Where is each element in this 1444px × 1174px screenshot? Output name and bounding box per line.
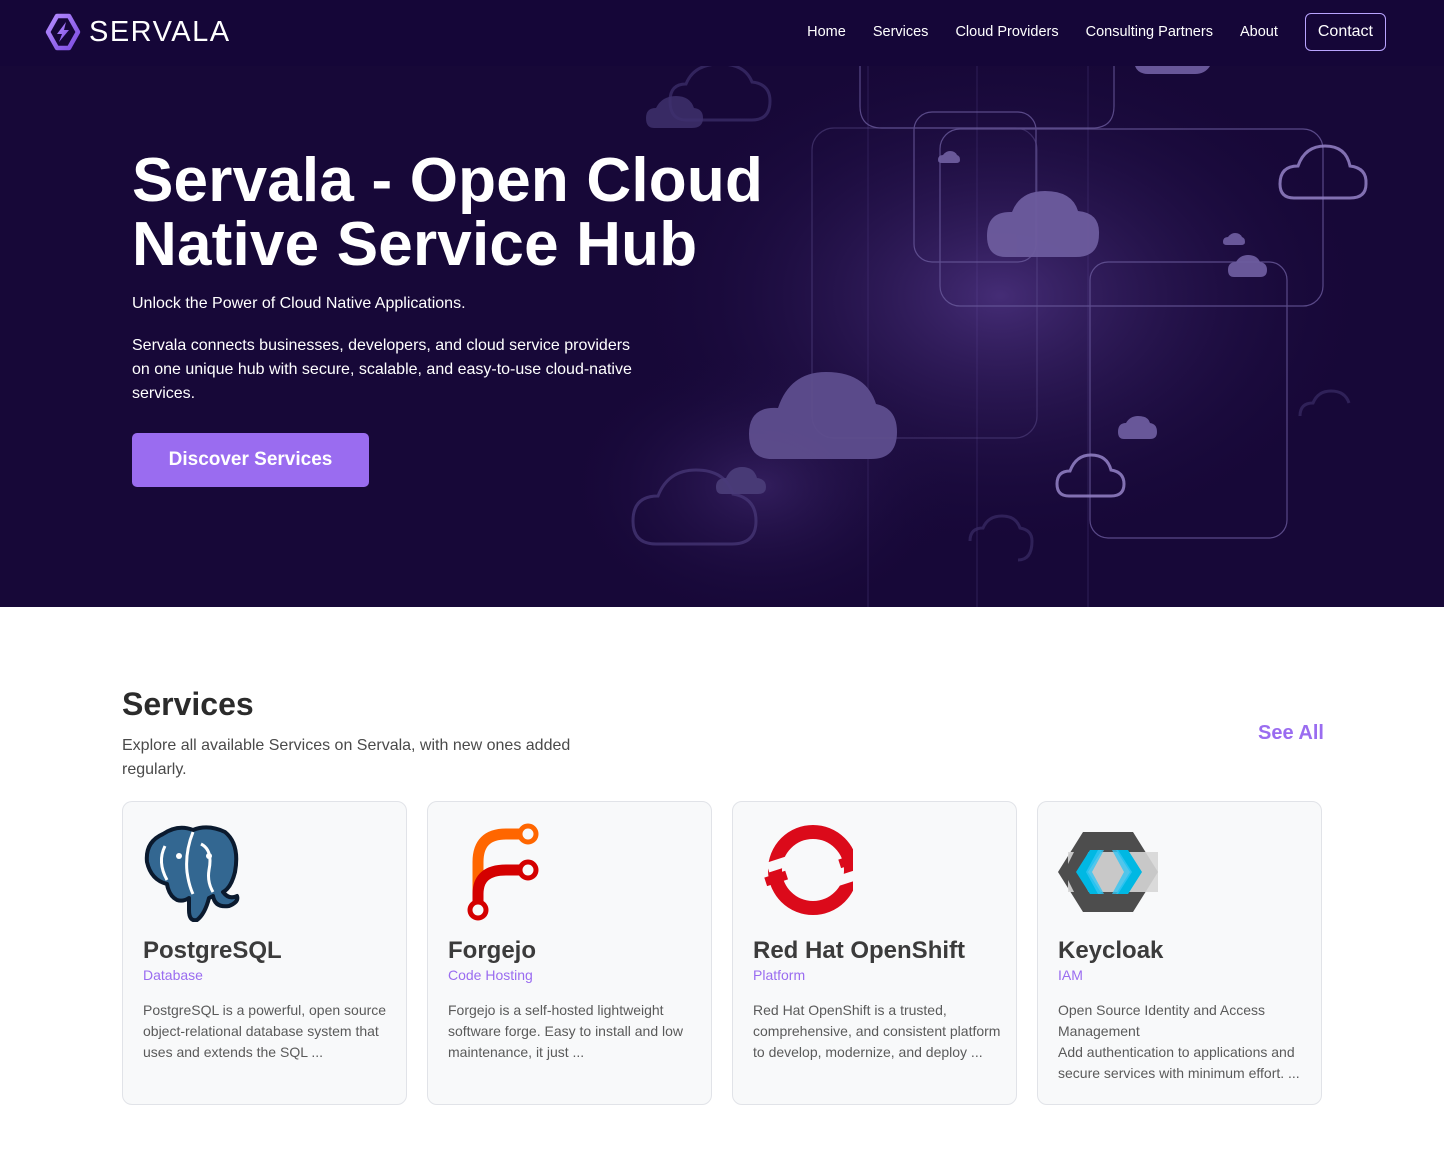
service-card-postgresql[interactable]: PostgreSQL Database PostgreSQL is a powe…	[122, 801, 407, 1105]
service-card-title: Keycloak	[1058, 937, 1164, 964]
service-card-description: PostgreSQL is a powerful, open source ob…	[143, 1002, 387, 1060]
service-card-description: Forgejo is a self-hosted lightweight sof…	[448, 1002, 684, 1060]
service-card-category: Database	[143, 967, 203, 983]
hero-title: Servala - Open Cloud Native Service Hub	[132, 146, 764, 279]
brand-name: SERVALA	[89, 15, 231, 48]
nav-consulting-partners[interactable]: Consulting Partners	[1086, 24, 1213, 40]
nav-cloud-providers[interactable]: Cloud Providers	[955, 24, 1058, 40]
nav-home[interactable]: Home	[807, 24, 846, 40]
main-nav: Home Services Cloud Providers Consulting…	[780, 13, 1386, 51]
nav-services[interactable]: Services	[873, 24, 929, 40]
service-card-forgejo[interactable]: Forgejo Code Hosting Forgejo is a self-h…	[427, 801, 712, 1105]
site-header: SERVALA Home Services Cloud Providers Co…	[0, 0, 1444, 66]
hero-section: Servala - Open Cloud Native Service Hub …	[0, 66, 1444, 607]
service-card-title: Forgejo	[448, 937, 536, 964]
brand-logo-link[interactable]: SERVALA	[45, 12, 231, 52]
hero-subtitle: Unlock the Power of Cloud Native Applica…	[132, 295, 466, 312]
service-card-category: IAM	[1058, 967, 1083, 983]
openshift-icon	[764, 825, 853, 915]
postgresql-elephant-icon	[144, 825, 240, 922]
keycloak-icon	[1058, 832, 1158, 912]
service-card-category: Code Hosting	[448, 967, 533, 983]
discover-services-button[interactable]: Discover Services	[132, 433, 369, 487]
service-card-category: Platform	[753, 967, 806, 983]
contact-button[interactable]: Contact	[1304, 13, 1386, 51]
service-card-description: Open Source Identity and Access Manageme…	[1058, 1002, 1300, 1081]
hero-description: Servala connects businesses, developers,…	[132, 337, 632, 402]
services-description: Explore all available Services on Serval…	[122, 737, 571, 778]
services-heading: Services	[122, 686, 254, 722]
service-card-title: Red Hat OpenShift	[753, 937, 966, 964]
service-card-openshift[interactable]: Red Hat OpenShift Platform Red Hat OpenS…	[732, 801, 1017, 1105]
servala-logo-icon	[45, 13, 81, 51]
forgejo-icon	[467, 823, 539, 921]
service-card-keycloak[interactable]: Keycloak IAM Open Source Identity and Ac…	[1037, 801, 1322, 1105]
nav-about[interactable]: About	[1240, 24, 1278, 40]
service-card-title: PostgreSQL	[143, 937, 282, 964]
service-card-description: Red Hat OpenShift is a trusted, comprehe…	[753, 1002, 1001, 1060]
see-all-link[interactable]: See All	[1258, 722, 1324, 745]
